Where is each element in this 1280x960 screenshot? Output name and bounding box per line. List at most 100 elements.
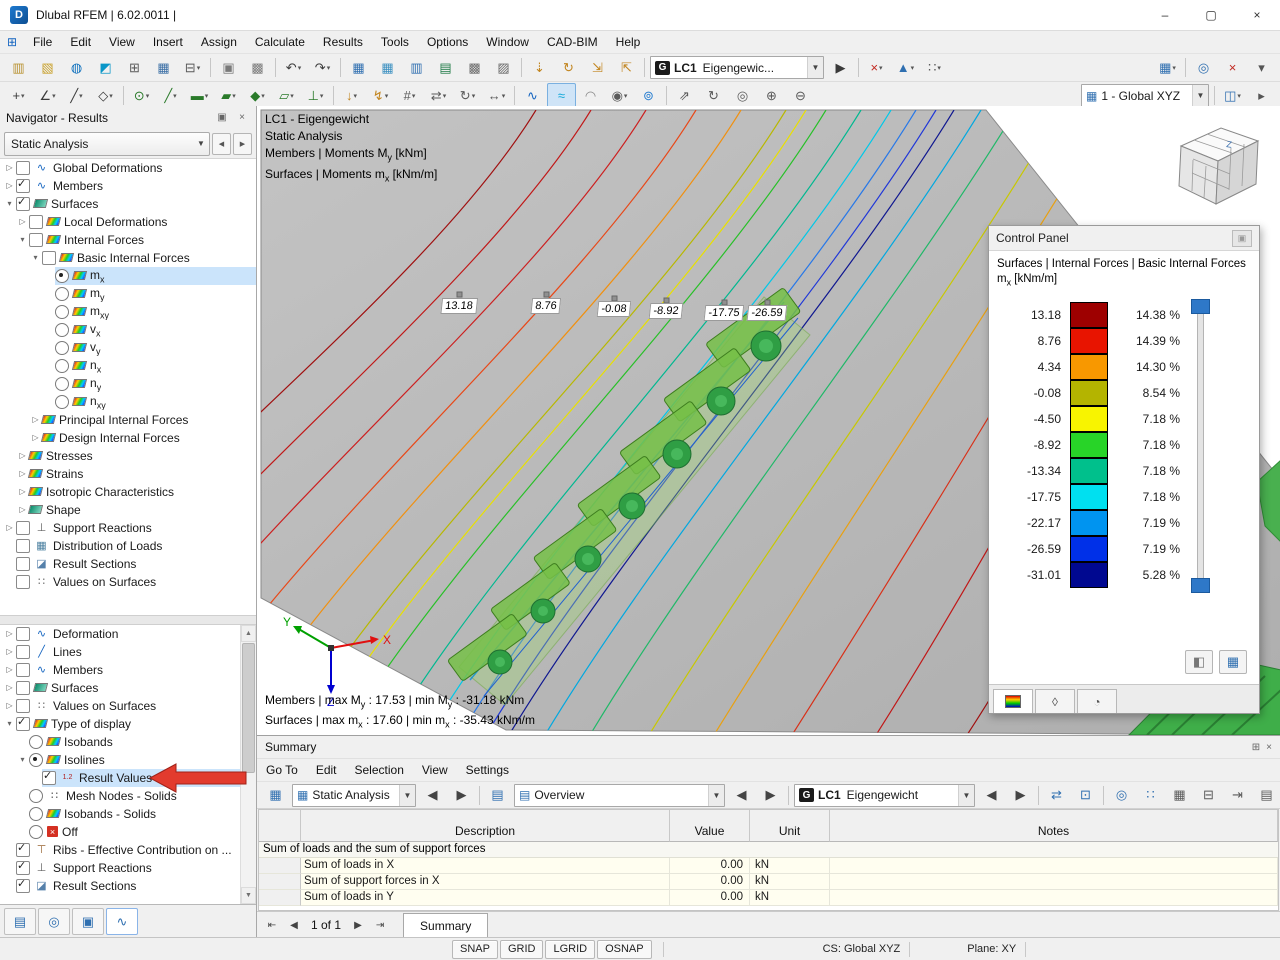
chevron-down-icon[interactable]: ▼	[1192, 85, 1208, 106]
menu-cad-bim[interactable]: CAD-BIM	[538, 31, 607, 53]
dropdown-arrow-icon[interactable]: ▾	[109, 92, 113, 100]
checkbox-result-sections[interactable]	[16, 879, 30, 893]
tab-summary[interactable]: Summary	[403, 913, 488, 937]
dropdown-arrow-icon[interactable]: ▾	[146, 92, 150, 100]
result-diagram-icon[interactable]: ∿	[518, 83, 547, 108]
undo-icon[interactable]: ↶▾	[279, 55, 308, 80]
checkbox-type-of-display[interactable]	[16, 717, 30, 731]
radio-v-y[interactable]	[55, 341, 69, 355]
scale-options-button[interactable]: ◧	[1185, 650, 1213, 674]
tree-splitter[interactable]	[0, 615, 256, 625]
dropdown-arrow-icon[interactable]: ▾	[205, 92, 209, 100]
load-case-combo[interactable]: GLC1Eigengewicht▼	[794, 784, 975, 807]
tree-item-support-reactions[interactable]: ⊥Support Reactions	[0, 859, 241, 877]
visibility-icon[interactable]: ◫▾	[1218, 83, 1247, 108]
tree-item-result-sections[interactable]: ◪Result Sections	[0, 877, 241, 895]
tree-item-mesh-nodes-solids[interactable]: ∷Mesh Nodes - Solids	[0, 787, 241, 805]
expander-closed-icon[interactable]: ▷	[3, 163, 16, 172]
checkbox-surfaces[interactable]	[16, 197, 30, 211]
table-row[interactable]: Sum of loads in X0.00kN	[259, 858, 1278, 874]
export-excel-icon[interactable]: ▤	[431, 55, 460, 80]
prev-case-button[interactable]: ◀	[212, 133, 231, 155]
expander-open-icon[interactable]: ▾	[16, 755, 29, 764]
dropdown-arrow-icon[interactable]: ▾	[624, 92, 628, 100]
tree-item-deformation[interactable]: ▷∿Deformation	[0, 625, 241, 643]
menu-calculate[interactable]: Calculate	[246, 31, 314, 53]
checkbox-local-deformations[interactable]	[29, 215, 43, 229]
dropdown-arrow-icon[interactable]: ▾	[290, 92, 294, 100]
summary-close-icon[interactable]: ×	[1266, 742, 1272, 753]
radio-m-x[interactable]	[55, 269, 69, 283]
system-menu-icon[interactable]: ⊞	[0, 31, 24, 53]
radio-isobands[interactable]	[29, 735, 43, 749]
table-grid-icon[interactable]: ▦	[1165, 783, 1194, 808]
overflow-more-icon[interactable]: ▾	[1247, 55, 1276, 80]
tree-item-strains[interactable]: ▷Strains	[0, 465, 256, 483]
tree-item-isolines[interactable]: ▾Isolines	[0, 751, 241, 769]
checkbox-ribs-effective-contribution-on[interactable]	[16, 843, 30, 857]
display-settings-icon[interactable]: ▦▾	[1153, 55, 1182, 80]
tree-item-internal-forces[interactable]: ▾Internal Forces	[0, 231, 256, 249]
checkbox-values-on-surfaces[interactable]	[16, 699, 30, 713]
tree-item-n-y[interactable]: ny	[0, 375, 256, 393]
dropdown-arrow-icon[interactable]: ▾	[911, 64, 915, 72]
new-node-icon[interactable]: ⊙▾	[127, 83, 156, 108]
edit-pointer-icon[interactable]: +▾	[4, 83, 33, 108]
tree-item-result-sections[interactable]: ◪Result Sections	[0, 555, 256, 573]
tree-item-values-on-surfaces[interactable]: ∷Values on Surfaces	[0, 573, 256, 591]
expander-closed-icon[interactable]: ▷	[3, 665, 16, 674]
scale-slider-handle-bottom[interactable]	[1191, 578, 1210, 593]
chevron-down-icon[interactable]: ▼	[708, 785, 724, 806]
dropdown-arrow-icon[interactable]: ▾	[502, 92, 506, 100]
imperfection-icon[interactable]: ↯▾	[366, 83, 395, 108]
tree-item-stresses[interactable]: ▷Stresses	[0, 447, 256, 465]
navigation-cube[interactable]: Z	[1166, 116, 1266, 216]
menu-assign[interactable]: Assign	[192, 31, 246, 53]
dropdown-arrow-icon[interactable]: ▾	[472, 92, 476, 100]
radio-n-y[interactable]	[55, 377, 69, 391]
next-lc-button[interactable]: ▶	[1006, 783, 1035, 808]
tab-filter[interactable]: ◔	[1077, 689, 1117, 713]
rotate-icon[interactable]: ↻▾	[453, 83, 482, 108]
tree-item-result-values[interactable]: 1.2Result Values	[0, 769, 241, 787]
radio-n-xy[interactable]	[55, 395, 69, 409]
dropdown-arrow-icon[interactable]: ▾	[937, 64, 941, 72]
panel-dock-icon[interactable]: ▣	[1232, 230, 1252, 247]
scrollbar[interactable]: ▲ ▼	[240, 625, 256, 905]
save-icon[interactable]: ▦	[149, 55, 178, 80]
radio-m-y[interactable]	[55, 287, 69, 301]
maximize-button[interactable]: ▢	[1188, 0, 1234, 30]
tree-item-isobands-solids[interactable]: Isobands - Solids	[0, 805, 241, 823]
summary-view-combo[interactable]: ▤Overview▼	[514, 784, 725, 807]
print-preview-icon[interactable]: ⊞	[120, 55, 149, 80]
result-values-icon[interactable]: ∷▾	[920, 55, 949, 80]
dropdown-arrow-icon[interactable]: ▾	[232, 92, 236, 100]
load-case-combo[interactable]: GLC1Eigengewic...▼	[650, 56, 824, 79]
tree-item-principal-internal-forces[interactable]: ▷Principal Internal Forces	[0, 411, 256, 429]
dropdown-arrow-icon[interactable]: ▾	[320, 92, 324, 100]
tree-item-surfaces[interactable]: ▷Surfaces	[0, 679, 241, 697]
scale-slider-track[interactable]	[1197, 306, 1204, 586]
prev-view-button[interactable]: ◀	[727, 783, 756, 808]
tree-item-shape[interactable]: ▷Shape	[0, 501, 256, 519]
navigator-dock-icon[interactable]: ▣	[214, 111, 230, 125]
radio-mesh-nodes-solids[interactable]	[29, 789, 43, 803]
model-viewport[interactable]: LC1 - EigengewichtStatic AnalysisMembers…	[257, 106, 1280, 735]
last-page-button[interactable]: ⇥	[369, 914, 391, 936]
coordinate-system-combo[interactable]: ▦1 - Global XYZ▼	[1081, 84, 1209, 107]
checkbox-global-deformations[interactable]	[16, 161, 30, 175]
checkbox-result-sections[interactable]	[16, 557, 30, 571]
dlubal-center-icon[interactable]: ◍	[62, 55, 91, 80]
menu-results[interactable]: Results	[314, 31, 372, 53]
first-page-button[interactable]: ⇤	[261, 914, 283, 936]
dropdown-arrow-icon[interactable]: ▾	[173, 92, 177, 100]
result-surfaces-icon[interactable]: ≈	[547, 83, 576, 108]
tree-item-ribs-effective-contribution-on[interactable]: ⊤Ribs - Effective Contribution on ...	[0, 841, 241, 859]
expander-closed-icon[interactable]: ▷	[3, 181, 16, 190]
new-member-icon[interactable]: ▬▾	[185, 83, 214, 108]
dropdown-arrow-icon[interactable]: ▾	[261, 92, 265, 100]
zoom-in-icon[interactable]: ⊕	[757, 83, 786, 108]
tree-item-members[interactable]: ▷∿Members	[0, 661, 241, 679]
dropdown-arrow-icon[interactable]: ▾	[879, 64, 883, 72]
summary-table[interactable]: Description Value Unit Notes Sum of load…	[258, 809, 1279, 911]
